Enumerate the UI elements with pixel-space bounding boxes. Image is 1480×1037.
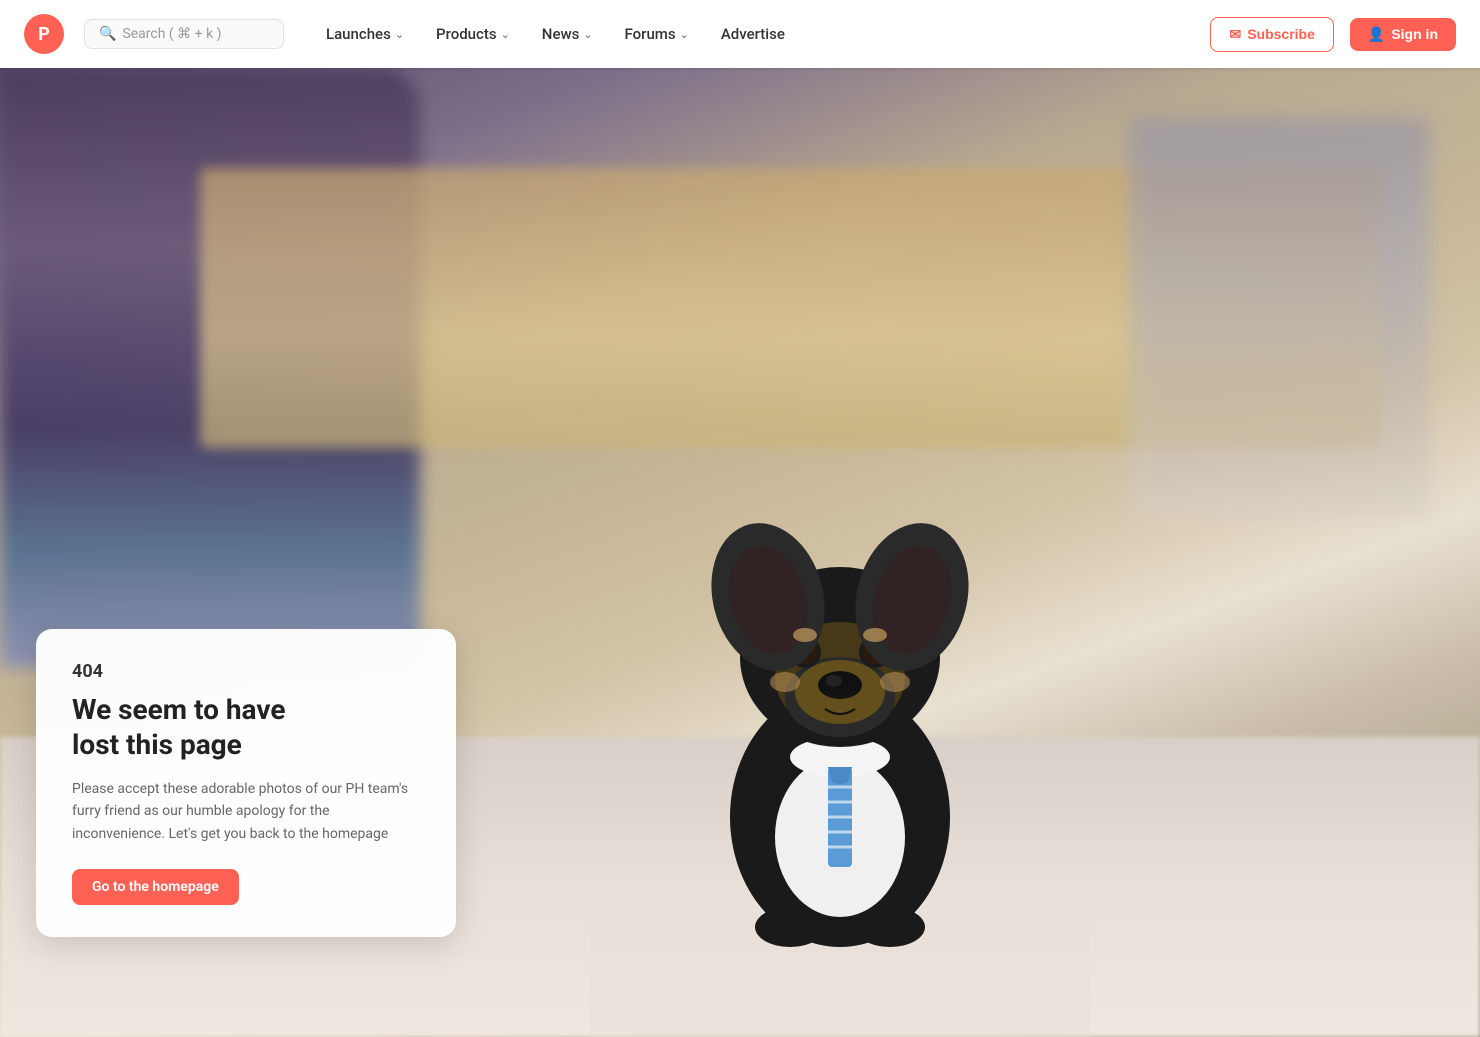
chevron-down-icon: ⌄	[583, 28, 592, 41]
error-title: We seem to have lost this page	[72, 692, 420, 762]
nav-items: Launches ⌄ Products ⌄ News ⌄ Forums ⌄ Ad…	[312, 17, 799, 51]
error-description: Please accept these adorable photos of o…	[72, 778, 420, 845]
nav-news-label: News	[542, 25, 580, 43]
logo-button[interactable]: P	[24, 14, 64, 54]
nav-products-label: Products	[436, 25, 497, 43]
nav-item-launches[interactable]: Launches ⌄	[312, 17, 418, 51]
error-title-line1: We seem to have	[72, 693, 285, 726]
nav-item-news[interactable]: News ⌄	[528, 17, 607, 51]
search-icon: 🔍	[99, 26, 116, 42]
search-placeholder-text: Search ( ⌘ + k )	[122, 26, 221, 42]
chevron-down-icon: ⌄	[395, 28, 404, 41]
signin-icon: 👤	[1368, 26, 1385, 43]
nav-advertise-label: Advertise	[721, 25, 785, 43]
nav-launches-label: Launches	[326, 25, 391, 43]
error-card: 404 We seem to have lost this page Pleas…	[36, 629, 456, 937]
error-code: 404	[72, 661, 420, 682]
bg-people-right	[1130, 118, 1430, 518]
go-to-homepage-button[interactable]: Go to the homepage	[72, 869, 239, 905]
nav-item-advertise[interactable]: Advertise	[707, 17, 799, 51]
chevron-down-icon: ⌄	[680, 28, 689, 41]
subscribe-icon: ✉	[1229, 26, 1241, 43]
navbar: P 🔍 Search ( ⌘ + k ) Launches ⌄ Products…	[0, 0, 1480, 68]
search-box[interactable]: 🔍 Search ( ⌘ + k )	[84, 19, 284, 49]
nav-item-forums[interactable]: Forums ⌄	[611, 17, 703, 51]
nav-forums-label: Forums	[625, 25, 676, 43]
subscribe-label: Subscribe	[1247, 26, 1315, 42]
subscribe-button[interactable]: ✉ Subscribe	[1210, 17, 1333, 52]
signin-button[interactable]: 👤 Sign in	[1350, 18, 1456, 51]
nav-item-products[interactable]: Products ⌄	[422, 17, 524, 51]
chevron-down-icon: ⌄	[501, 28, 510, 41]
logo-letter: P	[38, 24, 50, 45]
error-title-line2: lost this page	[72, 728, 242, 761]
dog-illustration	[590, 237, 1090, 1037]
signin-label: Sign in	[1391, 26, 1438, 42]
